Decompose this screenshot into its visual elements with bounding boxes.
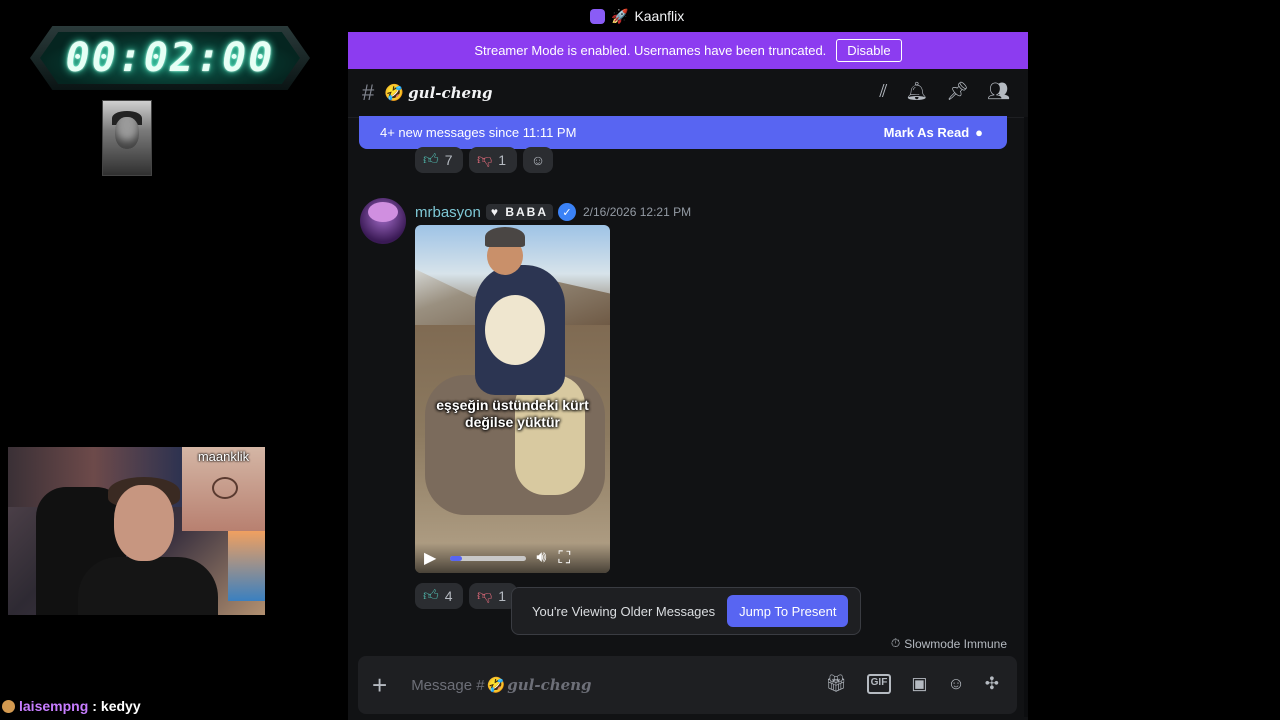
chat-username: laisempng bbox=[19, 698, 89, 714]
thumbs-down-icon: 👎︎ bbox=[477, 151, 493, 168]
hash-icon: # bbox=[362, 80, 375, 105]
volume-icon[interactable]: 🔊︎ bbox=[536, 549, 546, 567]
video-attachment[interactable]: eşşeğin üstündeki kürt değilse yüktür ▶ … bbox=[415, 225, 610, 573]
jump-to-present-button[interactable]: Jump To Present bbox=[727, 595, 849, 627]
timer-text: 00:02:00 bbox=[65, 35, 275, 81]
reaction-thumbs-up[interactable]: 👍︎ 4 bbox=[415, 583, 463, 609]
video-progress-bar[interactable] bbox=[450, 555, 527, 561]
new-messages-bar[interactable]: 4+ new messages since 11:11 PM Mark As R… bbox=[359, 116, 1007, 149]
reaction-count: 4 bbox=[444, 588, 453, 604]
channel-header: # 🤣 gul-cheng ⫽ 🔔︎ 📌︎ 👥︎ bbox=[348, 69, 1028, 118]
server-tag: ♥ BABA bbox=[485, 204, 553, 220]
webcam-inset: maanklik bbox=[182, 447, 265, 531]
threads-icon[interactable]: ⫽ bbox=[879, 81, 887, 102]
top-reactions: 👍︎ 7 👎︎ 1 ☺ bbox=[415, 147, 553, 173]
thumbs-up-icon: 👍︎ bbox=[423, 587, 439, 604]
mark-as-read-button[interactable]: Mark As Read ● bbox=[884, 125, 983, 140]
gift-icon[interactable]: 🎁︎ bbox=[825, 674, 847, 694]
streamer-mode-text: Streamer Mode is enabled. Usernames have… bbox=[474, 43, 827, 58]
stopwatch-icon: ⏱ bbox=[890, 636, 901, 650]
message-username[interactable]: mrbasyon bbox=[415, 204, 481, 221]
older-messages-text: You're Viewing Older Messages bbox=[532, 603, 716, 619]
rocket-icon: 🚀 bbox=[611, 7, 629, 24]
play-icon[interactable]: ▶ bbox=[424, 548, 436, 568]
channel-emoji: 🤣 bbox=[384, 85, 405, 102]
video-controls: ▶ 🔊︎ ⛶ bbox=[415, 543, 610, 573]
members-icon[interactable]: 👥︎ bbox=[987, 81, 1010, 102]
window-title-text: Kaanflix bbox=[634, 8, 685, 24]
sticker-icon[interactable]: ▣ bbox=[911, 674, 927, 694]
discord-channel-panel: Streamer Mode is enabled. Usernames have… bbox=[348, 32, 1028, 720]
chat-separator: : bbox=[92, 698, 97, 714]
reaction-thumbs-up[interactable]: 👍︎ 7 bbox=[415, 147, 463, 173]
scrollbar[interactable] bbox=[1024, 117, 1028, 717]
add-reaction-button[interactable]: ☺ bbox=[523, 147, 553, 173]
mark-read-icon: ● bbox=[975, 125, 983, 140]
window-title: 🚀 Kaanflix bbox=[590, 6, 684, 26]
avatar[interactable] bbox=[360, 198, 406, 244]
app-logo-icon bbox=[590, 8, 605, 24]
add-attachment-icon[interactable]: + bbox=[372, 670, 387, 701]
streamer-mode-banner: Streamer Mode is enabled. Usernames have… bbox=[348, 32, 1028, 69]
composer-channel-emoji: 🤣 bbox=[486, 677, 506, 694]
chat-message: kedyy bbox=[100, 698, 141, 714]
video-caption: eşşeğin üstündeki kürt değilse yüktür bbox=[436, 397, 589, 430]
fullscreen-icon[interactable]: ⛶ bbox=[558, 548, 570, 568]
apps-icon[interactable]: ✣ bbox=[985, 674, 999, 694]
message-header: mrbasyon ♥ BABA ✓ 2/16/2026 12:21 PM bbox=[415, 203, 691, 221]
emoji-icon[interactable]: ☺ bbox=[947, 674, 964, 694]
reaction-count: 7 bbox=[444, 152, 453, 168]
chat-badge-icon bbox=[2, 699, 15, 713]
mark-as-read-label: Mark As Read bbox=[883, 125, 970, 140]
reaction-thumbs-down[interactable]: 👎︎ 1 bbox=[469, 147, 517, 173]
bell-icon[interactable]: 🔔︎ bbox=[905, 81, 928, 102]
emoji-add-icon: ☺ bbox=[530, 152, 546, 168]
streamer-face bbox=[114, 485, 174, 561]
message-timestamp: 2/16/2026 12:21 PM bbox=[583, 205, 692, 219]
countdown-timer: 00:02:00 bbox=[30, 26, 310, 90]
bottom-reactions: 👍︎ 4 👎︎ 1 bbox=[415, 583, 517, 609]
reaction-count: 1 bbox=[498, 588, 507, 604]
webcam-inset-label: maanklik bbox=[197, 449, 250, 464]
channel-name: gul-cheng bbox=[408, 84, 493, 102]
composer-channel-name: gul-cheng bbox=[507, 676, 592, 694]
role-badge-icon: ✓ bbox=[558, 203, 576, 221]
message-composer[interactable]: + Message # 🤣 gul-cheng 🎁︎ GIF ▣ ☺ ✣ bbox=[358, 656, 1017, 714]
portrait-image bbox=[102, 100, 152, 176]
composer-placeholder: Message # bbox=[411, 676, 485, 694]
older-messages-bar: You're Viewing Older Messages Jump To Pr… bbox=[511, 587, 861, 635]
message-input[interactable]: Message # 🤣 gul-cheng bbox=[411, 676, 591, 694]
pin-icon[interactable]: 📌︎ bbox=[946, 81, 969, 102]
disable-button[interactable]: Disable bbox=[836, 39, 902, 62]
webcam-feed: maanklik bbox=[8, 447, 265, 615]
gif-icon[interactable]: GIF bbox=[866, 674, 892, 694]
server-tag-text: BABA bbox=[505, 205, 548, 219]
thumbs-down-icon: 👎︎ bbox=[477, 587, 493, 604]
reaction-thumbs-down[interactable]: 👎︎ 1 bbox=[469, 583, 517, 609]
slowmode-indicator: ⏱ Slowmode Immune bbox=[891, 636, 1007, 651]
slowmode-text: Slowmode Immune bbox=[904, 636, 1007, 651]
thumbs-up-icon: 👍︎ bbox=[423, 151, 439, 168]
reaction-count: 1 bbox=[498, 152, 507, 168]
new-messages-text: 4+ new messages since 11:11 PM bbox=[380, 125, 577, 140]
stream-chat-line: laisempng : kedyy bbox=[2, 698, 141, 714]
